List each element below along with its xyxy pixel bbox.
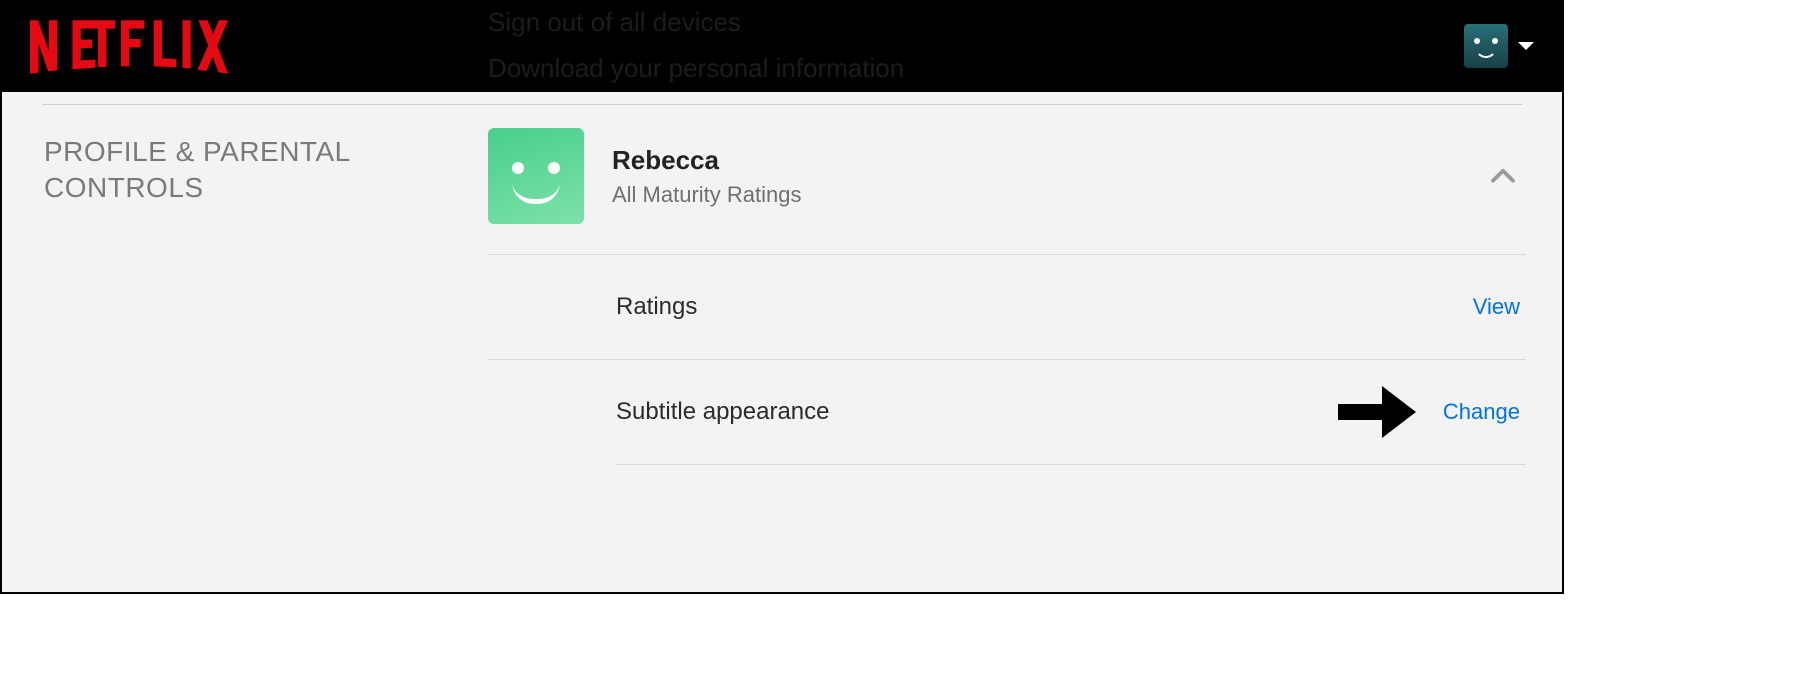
setting-row-subtitle-appearance: Subtitle appearance Change [488, 359, 1526, 464]
profile-meta: Rebecca All Maturity Ratings [612, 145, 802, 208]
subtitle-appearance-label: Subtitle appearance [616, 398, 830, 426]
caret-down-icon [1518, 42, 1534, 50]
ratings-label: Ratings [616, 293, 697, 321]
avatar-icon [1464, 24, 1508, 68]
app-header: Sign out of all devices Download your pe… [2, 2, 1562, 92]
ratings-view-link[interactable]: View [1473, 294, 1520, 320]
profile-menu[interactable] [1464, 24, 1534, 68]
section-divider [42, 104, 1522, 105]
profile-maturity: All Maturity Ratings [612, 182, 802, 208]
profile-block: Rebecca All Maturity Ratings Ratings Vie… [488, 128, 1526, 465]
collapse-toggle[interactable] [1488, 162, 1518, 192]
account-content: PROFILE & PARENTAL CONTROLS Rebecca All … [2, 92, 1562, 592]
row-divider [616, 464, 1526, 465]
chevron-up-icon [1488, 162, 1518, 192]
signout-devices-link[interactable]: Sign out of all devices [488, 2, 904, 42]
setting-row-ratings: Ratings View [488, 254, 1526, 359]
annotation-arrow-icon [1338, 386, 1416, 438]
netflix-logo[interactable] [30, 20, 228, 74]
profile-name: Rebecca [612, 145, 802, 176]
profile-avatar-icon [488, 128, 584, 224]
section-title: PROFILE & PARENTAL CONTROLS [44, 134, 424, 206]
subtitle-appearance-change-link[interactable]: Change [1443, 399, 1520, 425]
profile-header[interactable]: Rebecca All Maturity Ratings [488, 128, 1526, 254]
download-info-link[interactable]: Download your personal information [488, 48, 904, 88]
header-background-links: Sign out of all devices Download your pe… [488, 2, 904, 88]
